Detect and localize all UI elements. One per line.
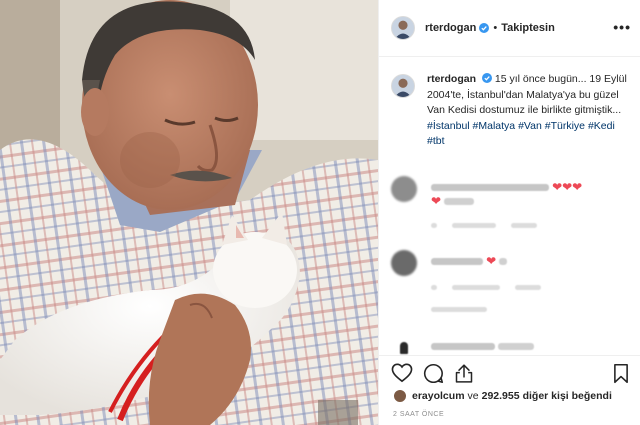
photo-illustration bbox=[0, 0, 378, 425]
blurred-username bbox=[431, 342, 495, 350]
post-header: rterdogan • Takiptesin ••• bbox=[379, 0, 640, 57]
hashtag-link[interactable]: #İstanbul bbox=[427, 120, 470, 132]
likes-suffix[interactable]: diğer kişi beğendi bbox=[523, 390, 612, 402]
bookmark-icon[interactable] bbox=[613, 363, 629, 384]
hashtag-link[interactable]: #Van bbox=[518, 120, 542, 132]
likes-line: erayolcum ve 292.955 diğer kişi beğendi bbox=[393, 389, 612, 403]
post-timestamp[interactable]: 2 SAAT ÖNCE bbox=[393, 411, 444, 418]
author-avatar[interactable] bbox=[391, 16, 415, 40]
comment-body: ❤ bbox=[431, 250, 553, 332]
post-photo[interactable] bbox=[0, 0, 378, 425]
share-icon[interactable] bbox=[454, 363, 474, 384]
comment-item: ❤❤❤ ❤ bbox=[391, 176, 631, 250]
comment-hearts: ❤ bbox=[486, 254, 497, 269]
comment-heart-line-2: ❤ bbox=[431, 194, 442, 209]
following-button[interactable]: Takiptesin bbox=[501, 22, 555, 34]
comment-hearts: ❤❤❤ bbox=[552, 180, 583, 195]
blurred-username bbox=[431, 257, 483, 265]
caption-username[interactable]: rterdogan bbox=[427, 73, 476, 85]
comment-item: ❤ bbox=[391, 250, 631, 332]
reply-link[interactable] bbox=[511, 222, 538, 228]
hashtag-link[interactable]: #tbt bbox=[427, 135, 445, 147]
comment-meta bbox=[452, 222, 497, 228]
comment-meta bbox=[431, 284, 437, 290]
header-separator: • bbox=[493, 22, 498, 34]
reply-link[interactable] bbox=[515, 284, 542, 290]
comment-meta bbox=[452, 284, 501, 290]
likes-count[interactable]: 292.955 bbox=[482, 390, 520, 402]
more-horizontal-icon[interactable]: ••• bbox=[613, 20, 631, 34]
hashtag-link[interactable]: #Türkiye bbox=[545, 120, 585, 132]
likes-connector: ve bbox=[467, 390, 479, 402]
commenter-avatar[interactable] bbox=[391, 176, 417, 202]
post-caption: rterdogan 15 yıl önce bugün... 19 Eylül … bbox=[391, 72, 631, 150]
hashtag-link[interactable]: #Kedi bbox=[588, 120, 615, 132]
author-username[interactable]: rterdogan bbox=[425, 22, 476, 34]
instagram-post: rterdogan • Takiptesin ••• rterdogan 15 … bbox=[0, 0, 640, 425]
verified-badge-icon bbox=[479, 23, 490, 33]
blurred-text bbox=[498, 342, 535, 350]
heart-icon[interactable] bbox=[391, 363, 413, 383]
hashtag-link[interactable]: #Malatya bbox=[473, 120, 516, 132]
liker-avatar[interactable] bbox=[393, 389, 407, 403]
comment-list: ❤❤❤ ❤ ❤ bbox=[391, 176, 631, 362]
liker-username[interactable]: erayolcum bbox=[412, 390, 465, 402]
comment-meta bbox=[431, 222, 437, 228]
blurred-username bbox=[431, 183, 549, 191]
verified-badge-icon bbox=[481, 73, 492, 83]
post-side-panel: rterdogan • Takiptesin ••• rterdogan 15 … bbox=[378, 0, 640, 425]
caption-avatar[interactable] bbox=[391, 74, 415, 98]
blurred-text bbox=[499, 257, 508, 265]
caption-text-block: rterdogan 15 yıl önce bugün... 19 Eylül … bbox=[427, 72, 631, 150]
comment-body: ❤❤❤ ❤ bbox=[431, 176, 582, 250]
view-replies-link[interactable] bbox=[431, 306, 487, 312]
blurred-text bbox=[444, 197, 475, 205]
commenter-avatar[interactable] bbox=[391, 250, 417, 276]
comment-icon[interactable] bbox=[423, 363, 444, 384]
